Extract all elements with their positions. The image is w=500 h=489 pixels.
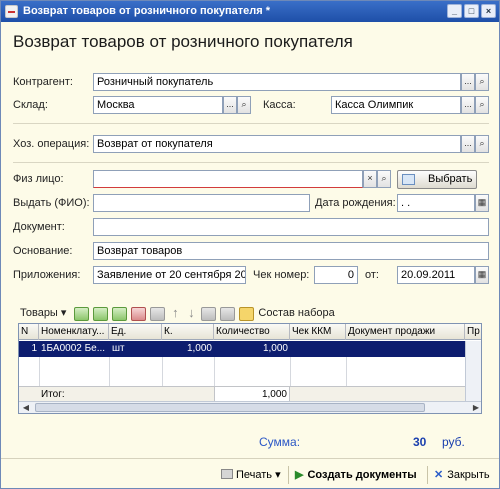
close-icon: ✕ <box>434 469 444 481</box>
vybrat-button[interactable]: Выбрать <box>397 170 477 189</box>
osnovanie-label: Основание: <box>13 245 73 257</box>
table-footer: Итог: 1,000 <box>19 386 466 403</box>
sklad-search-icon[interactable]: ⌕ <box>237 96 251 114</box>
sort-asc-icon[interactable] <box>201 307 217 321</box>
hoz-operaciya-label: Хоз. операция: <box>13 138 90 150</box>
kassa-search-icon[interactable]: ⌕ <box>475 96 489 114</box>
cell-k[interactable]: 1,000 <box>162 341 214 357</box>
summa-value: 30 <box>413 435 427 449</box>
scroll-left-icon[interactable]: ◀ <box>19 402 33 413</box>
kontragent-label: Контрагент: <box>13 76 73 88</box>
add-row-icon[interactable] <box>74 307 90 321</box>
dokument-field[interactable] <box>93 218 489 236</box>
summa-currency: руб. <box>442 435 465 449</box>
move-down-icon[interactable]: ↓ <box>185 304 197 322</box>
prilozheniya-label: Приложения: <box>13 269 81 281</box>
col-k[interactable]: К. <box>162 324 214 340</box>
col-ed[interactable]: Ед. <box>109 324 162 340</box>
select-list-icon <box>402 174 415 185</box>
fiz-lico-clear-icon[interactable]: × <box>363 170 377 188</box>
add-copy-icon[interactable] <box>93 307 109 321</box>
kassa-field[interactable]: Касса Олимпик <box>331 96 461 114</box>
form-title: Возврат товаров от розничного покупателя <box>13 32 353 51</box>
end-edit-icon[interactable] <box>150 307 166 321</box>
ot-date-field[interactable]: 20.09.2011 <box>397 266 475 284</box>
table-toolbar: Товары ▾ ↑ ↓ Состав набора <box>20 304 339 322</box>
chek-nomer-field[interactable]: 0 <box>314 266 358 284</box>
zakryt-button[interactable]: ✕ Закрыть <box>434 467 490 483</box>
hoz-operaciya-search-icon[interactable]: ⌕ <box>475 135 489 153</box>
window-title: Возврат товаров от розничного покупателя… <box>23 5 270 17</box>
col-pr[interactable]: Пр <box>465 324 481 340</box>
play-icon: ▶ <box>295 469 304 481</box>
vydat-field[interactable] <box>93 194 310 212</box>
fiz-lico-field[interactable] <box>93 170 363 188</box>
calendar-icon[interactable]: ▦ <box>475 194 489 212</box>
kassa-label: Касса: <box>263 99 296 111</box>
kontragent-select-button[interactable]: ... <box>461 73 475 91</box>
fiz-lico-label: Физ лицо: <box>13 173 64 185</box>
scroll-right-icon[interactable]: ▶ <box>469 402 481 413</box>
scroll-thumb[interactable] <box>35 403 425 412</box>
col-kolichestvo[interactable]: Количество <box>214 324 290 340</box>
vybrat-button-label: Выбрать <box>428 173 473 185</box>
kassa-select-button[interactable]: ... <box>461 96 475 114</box>
prilozheniya-field[interactable]: Заявление от 20 сентября 201 <box>93 266 246 284</box>
close-button[interactable]: × <box>481 4 496 18</box>
data-rozhdeniya-label: Дата рождения: <box>315 197 396 209</box>
dokument-label: Документ: <box>13 221 65 233</box>
summa-label: Сумма: <box>259 435 301 449</box>
cell-dokument-prodazhi[interactable] <box>348 341 465 357</box>
edit-row-icon[interactable] <box>112 307 128 321</box>
sklad-field[interactable]: Москва <box>93 96 223 114</box>
sort-desc-icon[interactable] <box>220 307 236 321</box>
printer-icon <box>221 469 233 479</box>
goods-table[interactable]: N Номенклату... Ед. К. Количество Чек КК… <box>18 323 482 414</box>
sozdat-dokumenty-button[interactable]: ▶ Создать документы <box>295 467 417 483</box>
hoz-operaciya-select-button[interactable]: ... <box>461 135 475 153</box>
data-rozhdeniya-field[interactable]: . . <box>397 194 475 212</box>
move-up-icon[interactable]: ↑ <box>169 304 181 322</box>
cell-kolichestvo[interactable]: 1,000 <box>214 341 290 357</box>
calendar-icon[interactable]: ▦ <box>475 266 489 284</box>
ot-label: от: <box>365 269 379 281</box>
osnovanie-field[interactable]: Возврат товаров <box>93 242 489 260</box>
folder-icon[interactable] <box>239 307 255 321</box>
tovary-menu-button[interactable]: Товары ▾ <box>20 304 66 322</box>
table-header: N Номенклату... Ед. К. Количество Чек КК… <box>19 324 481 340</box>
pechat-button[interactable]: Печать ▾ <box>221 467 281 483</box>
col-n[interactable]: N <box>19 324 39 340</box>
fiz-lico-search-icon[interactable]: ⌕ <box>377 170 391 188</box>
kontragent-field[interactable]: Розничный покупатель <box>93 73 461 91</box>
col-dokument-prodazhi[interactable]: Документ продажи <box>346 324 465 340</box>
minimize-button[interactable]: _ <box>447 4 462 18</box>
cell-nomenklatura[interactable]: 1БА0002 Бе... <box>41 341 109 357</box>
col-chek-kkm[interactable]: Чек ККМ <box>290 324 346 340</box>
hoz-operaciya-field[interactable]: Возврат от покупателя <box>93 135 461 153</box>
cell-n[interactable]: 1 <box>19 341 39 357</box>
cell-ed[interactable]: шт <box>112 341 162 357</box>
kontragent-search-icon[interactable]: ⌕ <box>475 73 489 91</box>
chek-nomer-label: Чек номер: <box>253 269 310 281</box>
cell-chek-kkm[interactable] <box>292 341 346 357</box>
col-nomenklatura[interactable]: Номенклату... <box>39 324 109 340</box>
title-bar: Возврат товаров от розничного покупателя… <box>1 1 499 22</box>
sostav-nabora-button[interactable]: Состав набора <box>258 304 334 322</box>
divider <box>13 162 489 163</box>
divider <box>13 123 489 124</box>
maximize-button[interactable]: □ <box>464 4 479 18</box>
sklad-label: Склад: <box>13 99 48 111</box>
table-horizontal-scrollbar[interactable]: ◀ ▶ <box>19 401 481 413</box>
window-controls: _ □ × <box>447 4 496 18</box>
vydat-label: Выдать (ФИО): <box>13 197 90 209</box>
document-icon <box>5 5 18 18</box>
document-window: Возврат товаров от розничного покупателя… <box>0 0 500 489</box>
sklad-select-button[interactable]: ... <box>223 96 237 114</box>
bottom-command-bar: Печать ▾ ▶ Создать документы ✕ Закрыть <box>1 458 499 488</box>
delete-row-icon[interactable] <box>131 307 147 321</box>
table-vertical-scrollbar[interactable] <box>465 341 481 403</box>
